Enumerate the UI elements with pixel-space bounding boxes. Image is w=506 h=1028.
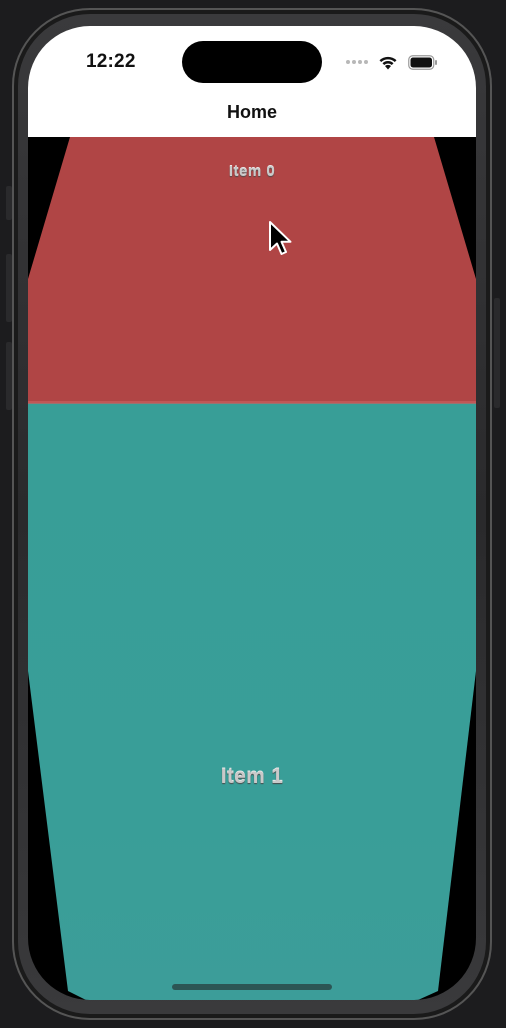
status-time: 12:22 xyxy=(86,51,136,72)
item-label-0: Item 0 xyxy=(228,163,276,180)
volume-up-button xyxy=(6,254,12,322)
screen: 12:22 Home Item 0 Item 1 xyxy=(28,26,476,1000)
scroll-content[interactable]: Item 0 Item 1 xyxy=(28,137,476,1000)
card-divider xyxy=(28,401,476,404)
cellular-dots-icon xyxy=(346,60,368,64)
mouse-cursor-icon xyxy=(269,221,292,255)
item-card-1[interactable]: Item 1 xyxy=(28,403,476,1000)
power-button xyxy=(494,298,500,408)
page-title: Home xyxy=(226,102,277,122)
dynamic-island xyxy=(182,41,322,83)
home-indicator[interactable] xyxy=(172,984,332,990)
battery-icon xyxy=(408,54,437,70)
action-button xyxy=(6,186,12,220)
wifi-icon xyxy=(379,56,397,69)
status-icons xyxy=(346,54,438,70)
item-card-0[interactable]: Item 0 xyxy=(28,137,476,403)
navigation-header: 12:22 Home xyxy=(28,26,476,137)
item-label-1: Item 1 xyxy=(220,765,284,788)
volume-down-button xyxy=(6,342,12,410)
